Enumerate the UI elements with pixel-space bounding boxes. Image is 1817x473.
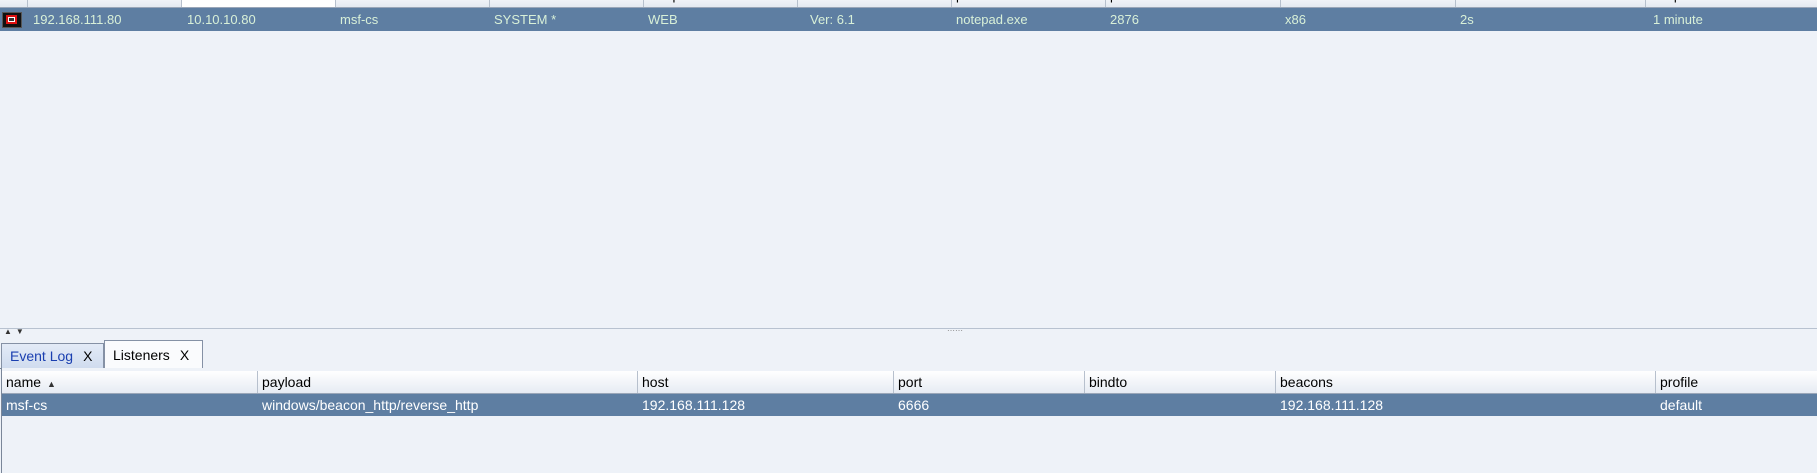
tab-event-log[interactable]: Event Log X bbox=[1, 343, 104, 369]
session-process: notepad.exe bbox=[956, 12, 1028, 27]
listeners-panel: name ▲ payload host port bindto beacons p… bbox=[1, 368, 1817, 473]
col-last-header[interactable]: last bbox=[1456, 0, 1646, 7]
listener-beacons: 192.168.111.128 bbox=[1280, 397, 1384, 413]
sessions-table-header: external internal listener user computer… bbox=[0, 0, 1817, 8]
beacon-session-icon bbox=[2, 12, 22, 28]
session-note: Ver: 6.1 bbox=[810, 12, 855, 27]
session-computer: WEB bbox=[648, 12, 678, 27]
tab-listeners-label: Listeners bbox=[113, 347, 170, 363]
listener-profile: default bbox=[1660, 397, 1703, 413]
session-user: SYSTEM * bbox=[494, 12, 557, 27]
tab-listeners[interactable]: Listeners X bbox=[104, 340, 203, 369]
col-name-header[interactable]: name ▲ bbox=[2, 371, 258, 393]
listener-host: 192.168.111.128 bbox=[642, 397, 746, 413]
splitter-grip-icon[interactable]: ⋯⋯ bbox=[947, 326, 963, 335]
col-pid-header[interactable]: pid bbox=[1106, 0, 1281, 7]
listener-port: 6666 bbox=[898, 397, 930, 413]
col-name-label: name bbox=[6, 374, 42, 390]
sessions-panel: external internal listener user computer… bbox=[0, 0, 1817, 328]
col-computer-header[interactable]: computer bbox=[644, 0, 798, 7]
col-arch-header[interactable]: arch bbox=[1281, 0, 1456, 7]
session-external: 192.168.111.80 bbox=[33, 12, 122, 27]
col-listener-header[interactable]: listener bbox=[336, 0, 490, 7]
listener-name: msf-cs bbox=[6, 397, 48, 413]
session-row[interactable]: 192.168.111.80 10.10.10.80 msf-cs SYSTEM… bbox=[0, 8, 1817, 31]
col-sleep-header[interactable]: sleep bbox=[1646, 0, 1817, 7]
tab-listeners-close-button[interactable]: X bbox=[180, 347, 189, 363]
col-internal-header[interactable]: internal bbox=[182, 0, 336, 7]
col-port-header[interactable]: port bbox=[894, 371, 1085, 393]
session-internal: 10.10.10.80 bbox=[187, 12, 256, 27]
col-process-header[interactable]: process bbox=[952, 0, 1106, 7]
session-arch: x86 bbox=[1285, 12, 1306, 27]
session-sleep: 1 minute bbox=[1653, 12, 1703, 27]
session-last: 2s bbox=[1460, 12, 1474, 27]
col-payload-header[interactable]: payload bbox=[258, 371, 638, 393]
listeners-table-header: name ▲ payload host port bindto beacons p… bbox=[2, 371, 1817, 394]
sort-ascending-icon: ▲ bbox=[47, 379, 56, 389]
col-host-header[interactable]: host bbox=[638, 371, 894, 393]
listener-payload: windows/beacon_http/reverse_http bbox=[262, 397, 479, 413]
tab-event-log-label: Event Log bbox=[10, 348, 74, 364]
tab-event-log-close-button[interactable]: X bbox=[83, 348, 92, 364]
col-external-header[interactable]: external bbox=[28, 0, 182, 7]
bottom-tabbar: Event Log X Listeners X bbox=[0, 336, 1817, 369]
listener-row[interactable]: msf-cs windows/beacon_http/reverse_http … bbox=[2, 394, 1817, 416]
col-beacons-header[interactable]: beacons bbox=[1276, 371, 1656, 393]
split-collapse-arrows-icon[interactable]: ▲▼ bbox=[4, 327, 28, 336]
session-listener: msf-cs bbox=[340, 12, 379, 27]
col-profile-header[interactable]: profile bbox=[1656, 371, 1817, 393]
col-note-header[interactable]: note bbox=[798, 0, 952, 7]
col-user-header[interactable]: user bbox=[490, 0, 644, 7]
session-pid: 2876 bbox=[1110, 12, 1139, 27]
col-bindto-header[interactable]: bindto bbox=[1085, 371, 1276, 393]
col-icon-header[interactable] bbox=[0, 0, 28, 7]
